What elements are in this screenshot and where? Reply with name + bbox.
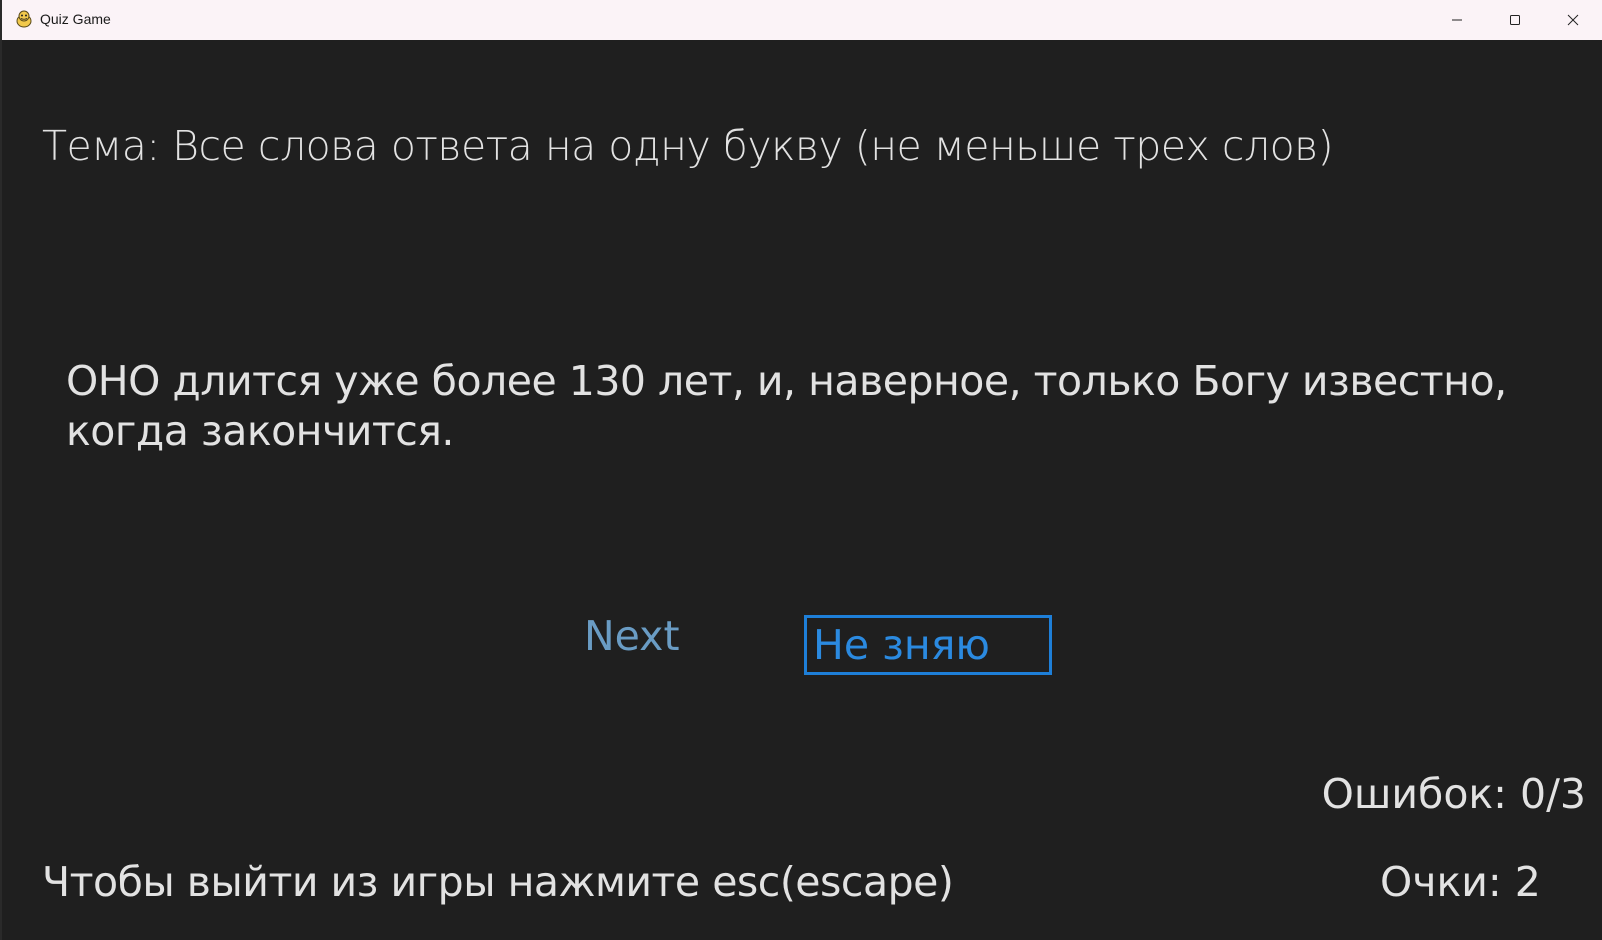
quiz-game-window: Quiz Game Тема: Все слова ответа на одну… <box>0 0 1602 940</box>
minimize-icon <box>1452 19 1462 21</box>
game-canvas: Тема: Все слова ответа на одну букву (не… <box>2 40 1602 940</box>
python-snake-icon <box>14 9 34 29</box>
maximize-icon <box>1510 15 1520 25</box>
quiz-theme: Тема: Все слова ответа на одну букву (не… <box>42 122 1334 170</box>
score-counter: Очки: 2 <box>1380 858 1541 906</box>
maximize-button[interactable] <box>1486 0 1544 40</box>
next-button[interactable]: Next <box>584 612 680 660</box>
exit-hint: Чтобы выйти из игры нажмите esc(escape) <box>42 858 954 906</box>
window-title: Quiz Game <box>40 11 111 27</box>
minimize-button[interactable] <box>1428 0 1486 40</box>
errors-counter: Ошибок: 0/3 <box>1321 770 1586 818</box>
title-bar: Quiz Game <box>2 0 1602 40</box>
close-icon <box>1567 14 1579 26</box>
close-button[interactable] <box>1544 0 1602 40</box>
quiz-question: ОНО длится уже более 130 лет, и, наверно… <box>66 357 1507 455</box>
dont-know-button[interactable]: Не зняю <box>804 615 1052 675</box>
